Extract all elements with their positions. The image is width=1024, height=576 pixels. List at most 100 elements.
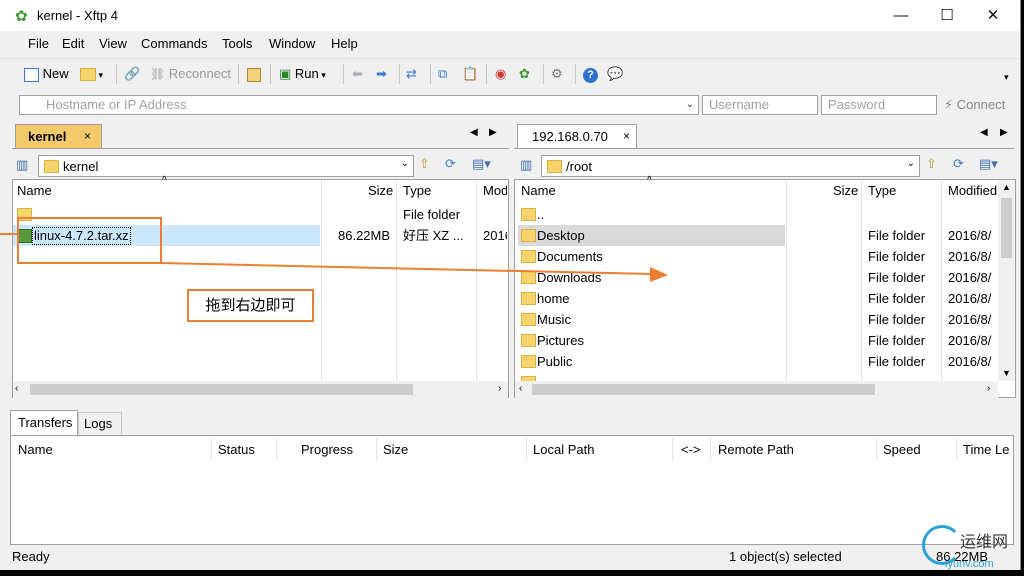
chevron-down-icon[interactable]: ⌄ — [401, 158, 409, 169]
column-header-progress[interactable]: Progress — [301, 442, 353, 457]
column-header-remote-path[interactable]: Remote Path — [718, 442, 794, 457]
menu-window[interactable]: Window — [269, 36, 315, 51]
left-panel-view-icon[interactable]: ▥ — [16, 157, 28, 173]
tab-logs[interactable]: Logs — [78, 412, 122, 435]
gear-icon: ⚙ — [551, 66, 563, 81]
open-button[interactable]: ▾ — [80, 64, 103, 84]
close-button[interactable]: ✕ — [970, 0, 1016, 31]
scroll-down-icon[interactable]: ▼ — [1002, 368, 1011, 378]
new-button[interactable]: New — [24, 64, 69, 84]
column-header-time-left[interactable]: Time Le — [963, 442, 1013, 457]
xftp-icon: ✿ — [519, 66, 530, 81]
left-horizontal-scrollbar[interactable]: ‹ › — [13, 381, 508, 398]
scroll-left-icon[interactable]: ‹ — [15, 383, 18, 394]
sync-button[interactable]: ⇄ — [406, 64, 417, 84]
disconnect-icon: 🔗 — [124, 66, 141, 81]
tab-local-kernel[interactable]: kernel × — [15, 124, 102, 149]
scroll-up-icon[interactable]: ▲ — [1002, 182, 1011, 192]
right-vertical-scrollbar[interactable]: ▲ ▼ — [998, 180, 1015, 381]
chat-button[interactable]: 💬 — [607, 64, 623, 84]
menu-commands[interactable]: Commands — [141, 36, 207, 51]
column-header-type[interactable]: Type — [868, 180, 896, 202]
run-button[interactable]: ▣ Run ▾ — [279, 64, 326, 84]
column-header-direction[interactable]: <-> — [681, 442, 701, 457]
tab-scroll-right-icon[interactable]: ▶ — [1000, 127, 1008, 138]
column-header-name[interactable]: Name — [18, 442, 53, 457]
tab-remote-host[interactable]: 192.168.0.70 × — [517, 124, 637, 149]
menu-file[interactable]: File — [28, 36, 49, 51]
connect-button[interactable]: ⚡ Connect — [944, 97, 1005, 113]
minimize-button[interactable]: — — [878, 0, 924, 31]
right-panel-view-icon[interactable]: ▥ — [520, 157, 532, 173]
column-header-type[interactable]: Type — [403, 180, 431, 202]
password-input[interactable]: Password — [821, 95, 937, 115]
host-placeholder: Hostname or IP Address — [46, 97, 187, 112]
scroll-right-icon[interactable]: › — [987, 383, 990, 394]
scroll-thumb[interactable] — [30, 384, 413, 395]
list-item[interactable]: Public File folder 2016/8/ — [515, 351, 997, 372]
list-item[interactable]: Music File folder 2016/8/ — [515, 309, 997, 330]
right-path-combo[interactable]: /root ⌄ — [541, 155, 920, 177]
column-header-size[interactable]: Size — [383, 442, 408, 457]
left-path-text: kernel — [63, 159, 99, 174]
view-mode-icon[interactable]: ▤▾ — [979, 156, 998, 172]
scroll-thumb[interactable] — [1001, 198, 1012, 258]
tab-transfers[interactable]: Transfers — [10, 410, 78, 435]
column-header-name[interactable]: Name — [521, 180, 556, 202]
column-header-speed[interactable]: Speed — [883, 442, 921, 457]
menu-edit[interactable]: Edit — [62, 36, 84, 51]
refresh-icon[interactable]: ⟳ — [953, 156, 964, 172]
tab-scroll-left-icon[interactable]: ◀ — [470, 127, 478, 138]
xshell-button[interactable]: ◉ — [495, 64, 506, 84]
folder-icon — [521, 355, 536, 368]
list-item[interactable]: home File folder 2016/8/ — [515, 288, 997, 309]
tab-scroll-left-icon[interactable]: ◀ — [980, 127, 988, 138]
chevron-down-icon[interactable]: ⌄ — [907, 158, 915, 169]
paste-button[interactable]: 📋 — [462, 64, 478, 84]
refresh-icon[interactable]: ⟳ — [445, 156, 456, 172]
menu-help[interactable]: Help — [331, 36, 358, 51]
tab-label: Logs — [84, 416, 113, 431]
chevron-down-icon[interactable]: ⌄ — [686, 96, 694, 114]
column-header-modified[interactable]: Modified — [948, 180, 1000, 202]
help-button[interactable]: ? — [583, 64, 598, 84]
disconnect-button[interactable]: 🔗 — [124, 64, 140, 84]
column-header-status[interactable]: Status — [218, 442, 255, 457]
list-item[interactable]: Pictures File folder 2016/8/ — [515, 330, 997, 351]
parent-folder-icon[interactable]: ⇧ — [419, 156, 430, 172]
maximize-button[interactable]: ☐ — [924, 0, 970, 31]
scroll-right-icon[interactable]: › — [498, 383, 501, 394]
copy-button[interactable]: ⧉ — [438, 64, 447, 84]
tab-scroll-right-icon[interactable]: ▶ — [489, 127, 497, 138]
view-mode-icon[interactable]: ▤▾ — [472, 156, 491, 172]
column-header-name[interactable]: Name — [17, 180, 52, 202]
tab-divider — [514, 148, 1014, 149]
scroll-left-icon[interactable]: ‹ — [519, 383, 522, 394]
column-header-modified[interactable]: Mod — [483, 180, 507, 202]
column-header-size[interactable]: Size — [368, 180, 393, 202]
close-tab-icon[interactable]: × — [623, 129, 630, 143]
folder-icon — [521, 208, 536, 221]
list-item[interactable]: .. — [515, 204, 997, 225]
scroll-thumb[interactable] — [532, 384, 875, 395]
list-item[interactable]: Desktop File folder 2016/8/ — [515, 225, 997, 246]
close-tab-icon[interactable]: × — [84, 129, 91, 143]
xftp-button[interactable]: ✿ — [519, 64, 530, 84]
right-path-text: /root — [566, 159, 593, 174]
column-header-size[interactable]: Size — [833, 180, 858, 202]
column-header-local-path[interactable]: Local Path — [533, 442, 594, 457]
toolbar-overflow-icon[interactable]: ▾ — [1004, 72, 1009, 83]
host-input[interactable]: Hostname or IP Address ⌄ — [19, 95, 699, 115]
parent-folder-icon[interactable]: ⇧ — [926, 156, 937, 172]
menu-view[interactable]: View — [99, 36, 127, 51]
username-input[interactable]: Username — [702, 95, 818, 115]
right-horizontal-scrollbar[interactable]: ‹ › — [515, 381, 998, 398]
forward-button[interactable]: ➡ — [376, 64, 387, 84]
left-path-combo[interactable]: kernel ⌄ — [38, 155, 414, 177]
menu-tools[interactable]: Tools — [222, 36, 252, 51]
back-button[interactable]: ⬅ — [352, 64, 363, 84]
reconnect-button[interactable]: ⛓ Reconnect — [150, 64, 231, 84]
highlight-box — [17, 217, 162, 264]
options-button[interactable]: ⚙ — [551, 64, 563, 84]
properties-button[interactable] — [247, 64, 261, 84]
